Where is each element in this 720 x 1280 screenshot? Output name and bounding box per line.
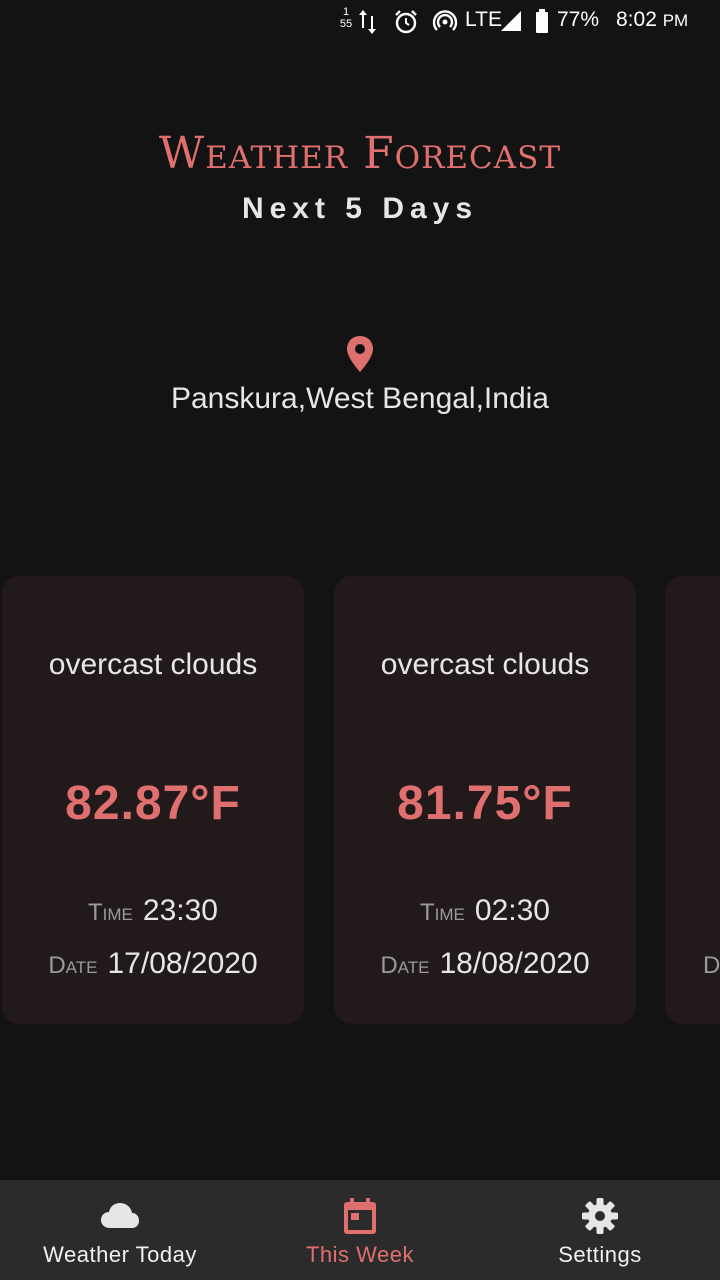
forecast-card-partial[interactable]: Da bbox=[665, 576, 720, 1024]
network-type: LTE bbox=[465, 8, 502, 31]
nav-settings[interactable]: Settings bbox=[480, 1180, 720, 1280]
date-row: Date 17/08/2020 bbox=[2, 947, 304, 981]
clock-time: 8:02 bbox=[616, 8, 657, 31]
date-label: Date bbox=[48, 952, 98, 979]
forecast-card[interactable]: overcast clouds 82.87°F Time 23:30 Date 17… bbox=[2, 576, 304, 1024]
date-label: Da bbox=[703, 952, 720, 979]
forecast-carousel[interactable]: overcast clouds 82.87°F Time 23:30 Date 17… bbox=[0, 576, 720, 1026]
notification-count: 1 55 bbox=[338, 6, 354, 30]
nav-label: Weather Today bbox=[43, 1242, 197, 1267]
date-row: Date 18/08/2020 bbox=[334, 947, 636, 981]
bottom-navigation: Weather Today This Week Settings bbox=[0, 1180, 720, 1280]
weather-condition: overcast clouds bbox=[380, 648, 590, 681]
time-value: 02:30 bbox=[474, 894, 550, 927]
date-row: Da bbox=[703, 947, 720, 981]
signal-icon bbox=[501, 11, 521, 31]
forecast-card[interactable]: overcast clouds 81.75°F Time 02:30 Date 18… bbox=[334, 576, 636, 1024]
location-pin-icon bbox=[347, 336, 373, 372]
nav-label: This Week bbox=[305, 1242, 414, 1267]
nav-label: Settings bbox=[558, 1242, 642, 1267]
status-bar: 1 55 LTE 77% 8:02 PM bbox=[0, 0, 720, 44]
data-transfer-icon bbox=[359, 10, 376, 34]
hotspot-icon bbox=[432, 10, 458, 31]
battery-icon bbox=[536, 9, 548, 33]
cloud-icon bbox=[101, 1203, 139, 1228]
time-row: Time 02:30 bbox=[334, 894, 636, 928]
battery-percent: 77% bbox=[557, 8, 600, 31]
date-label: Date bbox=[380, 952, 430, 979]
nav-weather-today[interactable]: Weather Today bbox=[0, 1180, 240, 1280]
temperature: 82.87°F bbox=[65, 777, 241, 830]
date-value: 18/08/2020 bbox=[439, 947, 590, 980]
time-value: 23:30 bbox=[142, 894, 218, 927]
weather-condition: overcast clouds bbox=[48, 648, 258, 681]
time-row: Time 23:30 bbox=[2, 894, 304, 928]
time-label: Time bbox=[420, 899, 465, 926]
clock-ampm: PM bbox=[662, 11, 689, 30]
gear-icon bbox=[582, 1198, 618, 1234]
date-value: 17/08/2020 bbox=[107, 947, 258, 980]
temperature: 81.75°F bbox=[397, 777, 573, 830]
nav-this-week[interactable]: This Week bbox=[240, 1180, 480, 1280]
location-label: Panskura,West Bengal,India bbox=[170, 382, 549, 415]
clock: 8:02 PM bbox=[616, 8, 688, 32]
page-subtitle: Next 5 Days bbox=[241, 192, 479, 225]
page-title: Weather Forecast bbox=[158, 128, 562, 179]
alarm-icon bbox=[395, 10, 417, 34]
notification-count-top: 1 bbox=[342, 6, 350, 18]
notification-count-bottom: 55 bbox=[339, 18, 353, 30]
time-label: Time bbox=[88, 899, 133, 926]
calendar-icon bbox=[344, 1198, 376, 1234]
